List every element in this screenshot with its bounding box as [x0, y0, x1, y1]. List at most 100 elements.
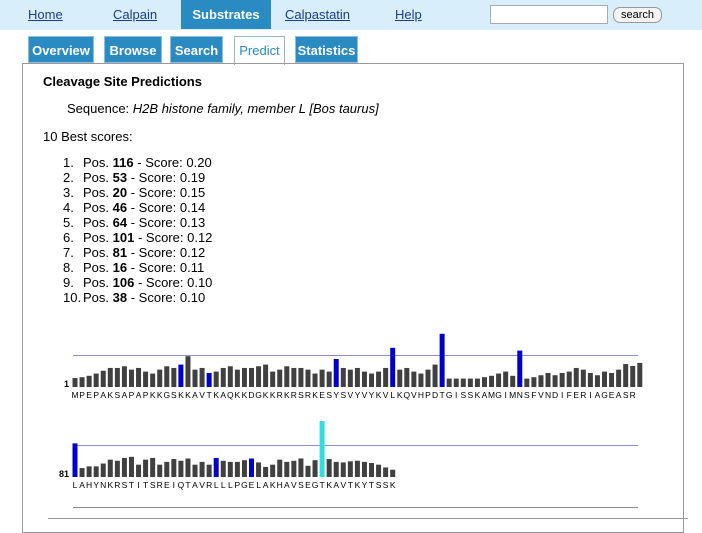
score-bar	[121, 457, 127, 477]
score-label: - Score:	[137, 155, 183, 170]
score-bar	[298, 458, 304, 477]
residue-label: K	[242, 390, 248, 400]
pos-label: Pos.	[83, 155, 110, 170]
score-value: 0.15	[179, 185, 206, 200]
residue-label: P	[93, 390, 99, 400]
residue-label: A	[100, 390, 106, 400]
tab-browse[interactable]: Browse	[104, 36, 162, 63]
score-value: 0.20	[186, 155, 212, 170]
tab-predict[interactable]: Predict	[234, 36, 285, 65]
score-bar	[594, 375, 600, 387]
score-bar	[249, 367, 254, 387]
score-label: - Score:	[130, 260, 177, 275]
score-rank: 2.	[63, 170, 74, 185]
score-bar	[312, 373, 318, 387]
score-position: 81	[112, 245, 128, 260]
search-input[interactable]	[490, 5, 608, 24]
residue-label: R	[580, 390, 586, 400]
nav-substrates-active[interactable]: Substrates	[181, 0, 271, 29]
score-bar	[580, 369, 586, 387]
score-bar	[397, 369, 403, 387]
residue-label: I	[561, 390, 563, 400]
score-bar	[298, 367, 304, 387]
score-bar	[510, 375, 516, 387]
score-bar	[249, 458, 254, 477]
score-bar	[213, 371, 219, 387]
score-bar	[376, 464, 382, 477]
score-bar	[72, 378, 78, 387]
score-bar	[587, 373, 593, 387]
score-bar	[524, 378, 530, 387]
nav-calpastatin-link[interactable]: Calpastatin	[285, 7, 350, 22]
tab-statistics[interactable]: Statistics	[295, 36, 358, 63]
residue-label: E	[319, 390, 325, 400]
residue-label: K	[213, 390, 219, 400]
residue-label: E	[249, 480, 255, 490]
score-bar	[114, 460, 120, 477]
tab-search[interactable]: Search	[170, 36, 223, 63]
residue-label: A	[284, 480, 290, 490]
residue-label: V	[362, 390, 368, 400]
panel-bottom-edge	[48, 518, 688, 523]
pos-label: Pos.	[83, 290, 110, 305]
nav-home-link[interactable]: Home	[28, 7, 63, 22]
score-bar	[114, 367, 120, 387]
score-bar	[227, 461, 233, 477]
score-bar	[291, 460, 297, 477]
score-bar	[241, 367, 247, 387]
score-bar	[418, 373, 424, 387]
residue-label: M	[71, 390, 78, 400]
residue-label: R	[305, 390, 311, 400]
residue-label: G	[601, 390, 608, 400]
score-bar	[609, 373, 615, 387]
score-value: 0.12	[179, 245, 206, 260]
score-bar	[312, 460, 318, 477]
search-button[interactable]: search	[613, 7, 662, 23]
score-row: 8. Pos. 16 - Score: 0.11	[63, 260, 204, 275]
residue-label: S	[298, 390, 304, 400]
score-bar	[319, 369, 325, 387]
score-bar	[185, 458, 191, 477]
tab-overview[interactable]: Overview	[28, 36, 94, 63]
residue-label: F	[531, 390, 536, 400]
score-bar	[234, 461, 240, 477]
score-position: 38	[112, 290, 128, 305]
residue-label: Q	[227, 390, 234, 400]
residue-label: K	[150, 390, 156, 400]
residue-label: R	[630, 390, 636, 400]
score-bar	[573, 367, 579, 387]
residue-label: K	[107, 480, 113, 490]
score-row: 4. Pos. 46 - Score: 0.14	[63, 200, 205, 215]
score-bar	[199, 461, 205, 477]
score-bar	[79, 377, 85, 387]
score-bar	[164, 461, 170, 477]
residue-label: T	[440, 390, 445, 400]
score-bar	[602, 371, 607, 387]
nav-help-link[interactable]: Help	[395, 7, 422, 22]
score-row: 9. Pos. 106 - Score: 0.10	[63, 275, 212, 290]
residue-label: H	[277, 480, 283, 490]
residue-label: K	[178, 390, 184, 400]
nav-calpain-link[interactable]: Calpain	[113, 7, 157, 22]
score-bar	[270, 464, 276, 477]
residue-label: M	[509, 390, 516, 400]
score-bar	[432, 364, 438, 387]
score-bar	[234, 369, 240, 387]
score-value: 0.13	[179, 215, 206, 230]
residue-label: S	[326, 390, 332, 400]
score-value: 0.19	[179, 170, 206, 185]
score-bar	[171, 367, 177, 387]
residue-label: L	[221, 480, 226, 490]
residue-label: D	[432, 390, 438, 400]
score-bar	[72, 443, 78, 477]
residue-label: T	[207, 390, 212, 400]
residue-label: D	[552, 390, 558, 400]
residue-label: G	[446, 390, 453, 400]
score-bar	[411, 371, 417, 387]
score-bar	[340, 367, 346, 387]
residue-label: A	[263, 480, 269, 490]
score-bar	[439, 333, 445, 387]
residue-label: Y	[333, 390, 339, 400]
score-bar	[291, 367, 297, 387]
residue-label: K	[157, 390, 163, 400]
